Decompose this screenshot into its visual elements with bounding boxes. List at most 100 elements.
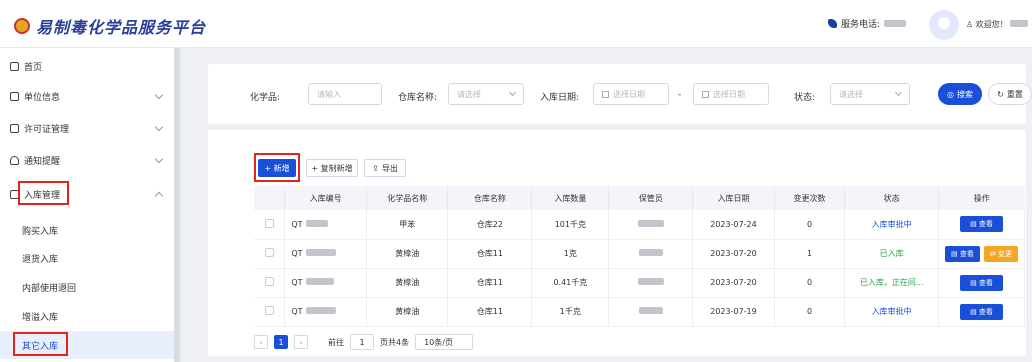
cell-id: QT <box>284 239 367 269</box>
cell-status: 入库审批中 <box>844 210 939 240</box>
column-header: 保管员 <box>608 186 694 210</box>
cell-status: 已入库 <box>844 239 939 269</box>
cell-keeper <box>608 268 694 298</box>
id-redacted <box>305 307 336 314</box>
chem-input[interactable]: 请输入 <box>308 83 382 105</box>
sidebar-item-license[interactable]: 许可证管理 <box>0 114 174 142</box>
sidebar-item-unit-info[interactable]: 单位信息 <box>0 82 174 110</box>
submenu-purchase-inbound[interactable]: 购买入库 <box>0 216 174 244</box>
view-button[interactable]: ▤ 查看 <box>960 216 1003 233</box>
column-header: 仓库名称 <box>447 186 533 210</box>
chevron-down-icon <box>154 122 164 132</box>
prev-page-button[interactable]: ‹ <box>254 335 268 349</box>
calendar-icon <box>702 90 709 98</box>
keeper-redacted <box>637 219 664 227</box>
cell-date: 2023-07-19 <box>692 297 775 327</box>
page-button[interactable]: 1 <box>274 335 288 349</box>
date-end-input[interactable]: 选择日期 <box>693 83 769 105</box>
keeper-redacted <box>638 249 663 256</box>
view-button[interactable]: ▤ 查看 <box>945 245 980 262</box>
chevron-down-icon <box>154 154 164 164</box>
chem-label: 化学品: <box>250 93 281 103</box>
cell-status: 已入库，正在间... <box>844 268 939 298</box>
cell-chem: 甲苯 <box>366 210 449 240</box>
view-button[interactable]: ▤ 查看 <box>960 303 1003 320</box>
id-redacted <box>305 249 336 256</box>
welcome-text[interactable]: ♙ 欢迎您！ <box>966 19 1029 30</box>
warehouse-label: 仓库名称: <box>398 93 438 103</box>
cell-status: 入库审批中 <box>844 297 939 327</box>
chevron-down-icon <box>154 90 164 100</box>
cell-warehouse: 仓库11 <box>447 297 533 327</box>
table-panel: + 新增 + 复制新增 ⇪ 导出 入库编号 化学品名称 仓库名称 入库数量 保管… <box>208 130 1026 356</box>
cell-date: 2023-07-24 <box>692 210 775 240</box>
view-button[interactable]: ▤ 查看 <box>960 274 1003 291</box>
row-checkbox[interactable] <box>264 218 274 228</box>
page-size-select[interactable]: 10条/页 <box>415 334 474 350</box>
refresh-icon: ↻ <box>997 89 1004 99</box>
goto-page-input[interactable]: 1 <box>350 334 374 350</box>
service-phone: 服务电话: <box>828 17 907 30</box>
date-label: 入库日期: <box>540 93 580 103</box>
search-button[interactable]: ◎ 搜索 <box>938 83 982 105</box>
highlight-box <box>254 153 300 182</box>
highlight-box <box>18 181 69 205</box>
copy-add-button[interactable]: + 复制新增 <box>306 159 358 177</box>
cell-warehouse: 仓库11 <box>447 239 533 269</box>
keeper-redacted <box>638 307 663 314</box>
sidebar-item-notifications[interactable]: 通知提醒 <box>0 146 174 174</box>
chevron-up-icon <box>154 191 164 201</box>
next-page-button[interactable]: › <box>294 335 308 349</box>
submenu-surplus-inbound[interactable]: 增溢入库 <box>0 302 174 330</box>
home-icon <box>10 61 19 71</box>
table-header-row: 入库编号 化学品名称 仓库名称 入库数量 保管员 入库日期 变更次数 状态 操作 <box>254 186 1025 210</box>
user-icon: ♙ <box>966 20 974 29</box>
chevron-down-icon <box>508 88 517 97</box>
id-redacted <box>305 219 328 227</box>
warehouse-select[interactable]: 请选择 <box>448 83 524 105</box>
row-checkbox[interactable] <box>264 248 274 257</box>
goto-label: 前往 <box>328 337 344 347</box>
cell-actions: ▤ 查看 ⇄ 变更 <box>938 239 1025 269</box>
id-redacted <box>305 278 334 285</box>
cell-qty: 101千克 <box>531 210 610 240</box>
phone-label: 服务电话: <box>841 20 881 30</box>
row-checkbox[interactable] <box>264 277 274 286</box>
submenu-internal-return[interactable]: 内部使用退回 <box>0 273 174 301</box>
cell-changes: 0 <box>774 297 846 327</box>
cell-qty: 0.41千克 <box>531 268 610 298</box>
bell-icon <box>10 155 19 165</box>
chevron-down-icon <box>894 88 903 97</box>
reset-button[interactable]: ↻ 重置 <box>988 83 1032 105</box>
pagination: ‹ 1 › 前往 1 页共4条 10条/页 <box>254 334 474 350</box>
table-row: QT 黄樟油 仓库11 1克 2023-07-20 1 已入库 ▤ 查看 ⇄ 变更 <box>254 239 1025 269</box>
cell-chem: 黄樟油 <box>366 297 449 327</box>
cell-actions: ▤ 查看 <box>938 297 1025 327</box>
cell-id: QT <box>284 210 367 240</box>
phone-number-redacted <box>884 20 907 27</box>
police-badge-icon <box>14 18 30 34</box>
cell-warehouse: 仓库11 <box>447 268 533 298</box>
cell-changes: 0 <box>774 268 846 298</box>
export-button[interactable]: ⇪ 导出 <box>364 159 406 177</box>
submenu-return-inbound[interactable]: 退货入库 <box>0 244 174 272</box>
column-header: 入库编号 <box>284 186 367 210</box>
date-start-input[interactable]: 选择日期 <box>593 83 669 105</box>
username-redacted <box>1010 20 1029 27</box>
table-row: QT 黄樟油 仓库11 0.41千克 2023-07-20 0 已入库，正在间.… <box>254 268 1025 298</box>
phone-icon <box>828 19 837 28</box>
cell-keeper <box>608 297 694 327</box>
avatar[interactable] <box>929 10 959 40</box>
date-separator: - <box>678 90 682 100</box>
sidebar-item-home[interactable]: 首页 <box>0 52 174 80</box>
status-select[interactable]: 请选择 <box>830 83 910 105</box>
change-button[interactable]: ⇄ 变更 <box>983 245 1018 262</box>
row-checkbox[interactable] <box>264 306 274 315</box>
cell-qty: 1千克 <box>531 297 610 327</box>
keeper-redacted <box>637 278 664 285</box>
cell-changes: 1 <box>774 239 846 269</box>
cell-date: 2023-07-20 <box>692 268 775 298</box>
cell-keeper <box>608 210 694 240</box>
cell-warehouse: 仓库22 <box>447 210 533 240</box>
column-header: 状态 <box>844 186 939 210</box>
